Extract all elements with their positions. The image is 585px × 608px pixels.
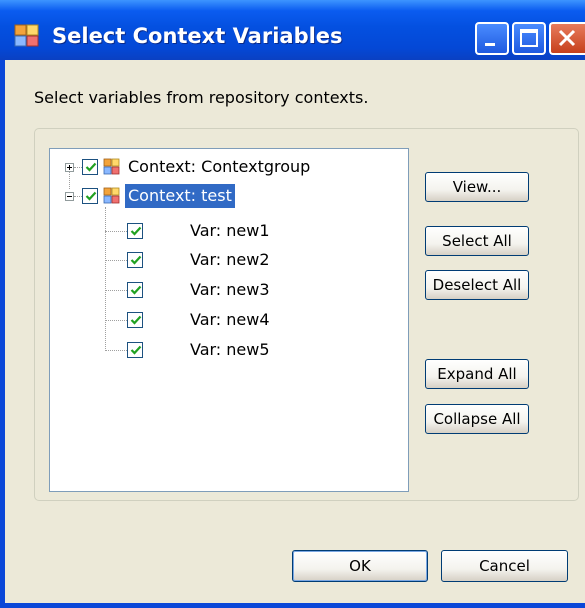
tree-checkbox-var-new4[interactable] [127,312,143,328]
dialog-window: Select Context Variables Select variable… [0,0,585,608]
title-bar[interactable]: Select Context Variables [0,0,585,60]
maximize-icon [520,29,538,47]
context-tree[interactable]: Context: Contextgroup Context: test Var:… [49,148,409,492]
cancel-button[interactable]: Cancel [441,550,568,582]
tree-guide-line [105,260,127,261]
tree-guide-line [105,231,127,232]
tree-guide-line [105,290,127,291]
context-icon [103,187,120,204]
checkmark-icon [85,162,97,172]
checkmark-icon [130,285,142,295]
checkmark-icon [130,345,142,355]
tree-node-context-test[interactable]: Context: test [125,184,235,208]
checkmark-icon [130,226,142,236]
tree-node-var-new3[interactable]: Var: new3 [190,280,270,299]
tree-guide-line [105,320,127,321]
tree-checkbox-var-new1[interactable] [127,223,143,239]
close-button[interactable] [549,22,585,55]
tree-node-var-new4[interactable]: Var: new4 [190,310,270,329]
deselect-all-button[interactable]: Deselect All [425,270,529,300]
select-all-button[interactable]: Select All [425,226,529,256]
expand-all-button[interactable]: Expand All [425,359,529,389]
checkmark-icon [130,255,142,265]
tree-checkbox-var-new5[interactable] [127,342,143,358]
tree-guide-line [74,167,82,168]
tree-checkbox-context-contextgroup[interactable] [82,159,98,175]
context-icon [103,158,120,175]
tree-checkbox-context-test[interactable] [82,188,98,204]
minimize-icon [485,43,495,46]
view-button[interactable]: View... [425,172,529,202]
expand-toggle[interactable] [65,163,74,172]
maximize-button[interactable] [512,22,546,55]
window-title: Select Context Variables [52,24,343,48]
collapse-toggle[interactable] [65,192,74,201]
tree-checkbox-var-new2[interactable] [127,252,143,268]
ok-button[interactable]: OK [292,550,428,582]
tree-guide-line [74,196,82,197]
checkmark-icon [130,315,142,325]
tree-node-var-new5[interactable]: Var: new5 [190,340,270,359]
context-icon [14,24,39,47]
close-icon [558,29,576,47]
collapse-all-button[interactable]: Collapse All [425,404,529,434]
tree-checkbox-var-new3[interactable] [127,282,143,298]
dialog-description: Select variables from repository context… [34,88,369,107]
tree-guide-line [105,350,127,351]
tree-node-var-new1[interactable]: Var: new1 [190,221,270,240]
checkmark-icon [85,191,97,201]
minimize-button[interactable] [475,22,509,55]
tree-node-context-contextgroup[interactable]: Context: Contextgroup [125,155,313,179]
tree-node-var-new2[interactable]: Var: new2 [190,250,270,269]
tree-guide-line [105,207,106,351]
